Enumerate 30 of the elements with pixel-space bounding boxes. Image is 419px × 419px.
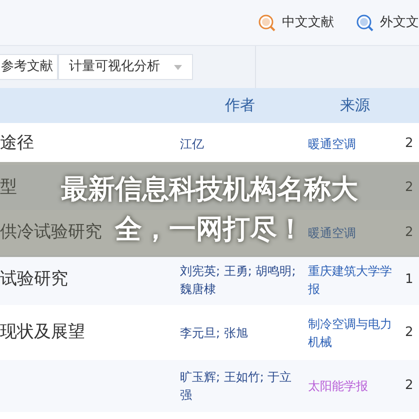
source-link[interactable]: 暖通空调 bbox=[308, 135, 401, 153]
top-link[interactable]: 中文文献 bbox=[258, 12, 334, 32]
year-cell-text: 2 bbox=[405, 135, 414, 154]
author-cell-text: 江亿 bbox=[180, 136, 205, 153]
author-cell-text: 旷玉辉; 王如竹; 于立强 bbox=[180, 369, 293, 404]
source-link[interactable]: 制冷空调与电力机械 bbox=[308, 314, 401, 350]
year-cell-text: 2 bbox=[405, 377, 414, 396]
references-tab[interactable]: 参考文献 bbox=[0, 54, 58, 80]
author-cell-text: 李元旦; 张旭 bbox=[180, 324, 249, 342]
title-link[interactable]: 试验研究 bbox=[0, 269, 68, 290]
title-link[interactable]: 现状及展望 bbox=[0, 322, 85, 342]
banner-title-line: 全，一网打尽！ bbox=[115, 212, 304, 246]
title-link[interactable]: 型 bbox=[0, 176, 17, 197]
year-cell-text: 2 bbox=[405, 324, 414, 342]
title-link[interactable]: 途径 bbox=[0, 133, 34, 154]
author-cell-text: 刘宪英; 王勇; 胡鸣明; 魏唐棣 bbox=[180, 263, 297, 298]
title-link[interactable]: 供冷试验研究 bbox=[0, 222, 102, 242]
magnifier-icon bbox=[356, 14, 374, 32]
banner-title-line: 最新信息科技机构名称大 bbox=[61, 172, 358, 206]
column-header: 作者 bbox=[225, 95, 256, 116]
top-link[interactable]: 外文文 bbox=[356, 12, 419, 32]
magnifier-icon bbox=[258, 14, 276, 32]
column-header: 来源 bbox=[340, 95, 370, 116]
analysis-dropdown[interactable]: 计量可视化分析 bbox=[58, 54, 193, 80]
caret-icon bbox=[174, 64, 182, 70]
source-link[interactable]: 太阳能学报 bbox=[308, 377, 401, 395]
year-cell-text: 2 bbox=[405, 178, 414, 197]
year-cell-text: 1 bbox=[405, 271, 414, 290]
source-link[interactable]: 重庆建筑大学学报 bbox=[308, 262, 401, 298]
year-cell-text: 2 bbox=[405, 224, 414, 242]
